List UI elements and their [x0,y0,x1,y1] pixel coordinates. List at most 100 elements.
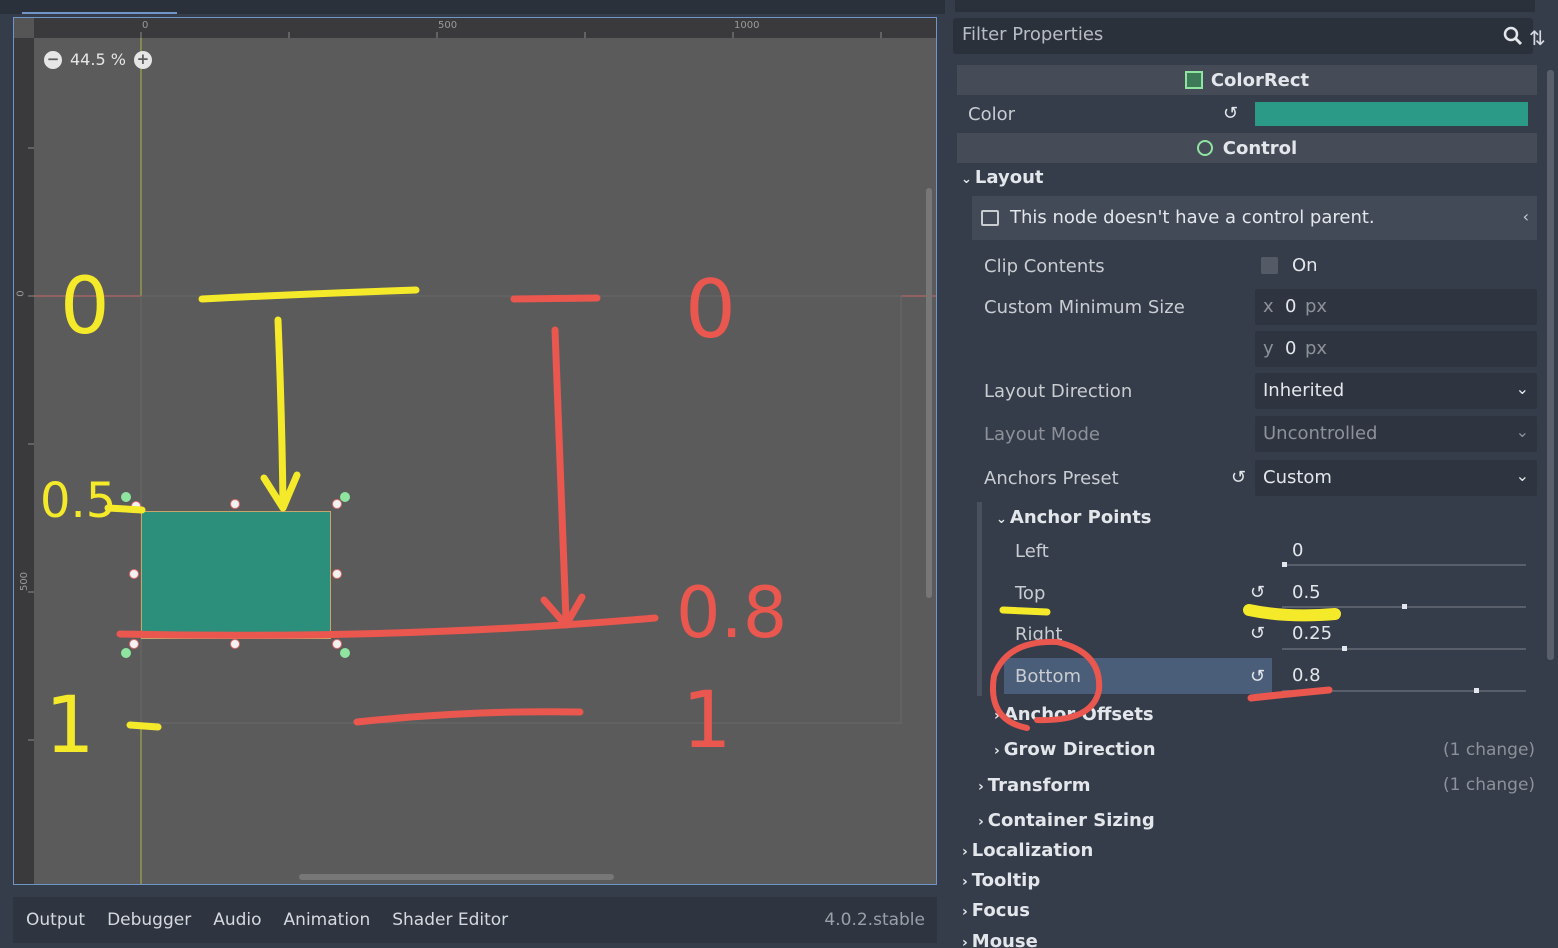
layout-mode-label: Layout Mode [984,424,1100,445]
localization-label: Localization [971,840,1094,861]
red-label-one: 1 [682,676,732,766]
layout-direction-dropdown[interactable]: Inherited ⌄ [1255,373,1537,409]
clip-contents-checkbox[interactable] [1261,257,1278,274]
anchor-points-toggle[interactable]: ⌄ Anchor Points [996,507,1152,528]
transform-label: Transform [987,775,1091,796]
chevron-right-icon: › [962,904,968,920]
anchor-offsets-group[interactable]: › Anchor Offsets [994,704,1154,725]
inspector-scrollbar[interactable] [1547,70,1554,660]
grow-direction-group[interactable]: › Grow Direction [994,739,1156,760]
layout-group-label: Layout [974,167,1044,188]
yellow-label-one: 1 [45,681,95,771]
anchor-offsets-label: Anchor Offsets [1003,704,1154,725]
anchors-preset-dropdown[interactable]: Custom ⌄ [1255,460,1537,496]
control-icon [1196,140,1213,156]
red-label-point-eight: 0.8 [676,572,787,654]
filter-properties-input[interactable] [960,23,1484,46]
min-size-y-field[interactable]: y 0 px [1255,331,1537,367]
x-unit: px [1305,296,1328,317]
bottom-panel-tabs: Output Debugger Audio Animation Shader E… [13,897,937,943]
search-icon[interactable] [1503,26,1523,46]
chevron-down-icon: ⌄ [1515,379,1529,398]
chevron-right-icon: › [978,779,984,795]
tab-output[interactable]: Output [26,910,85,930]
transform-group[interactable]: › Transform [978,775,1090,796]
anchor-left-slider[interactable] [1282,564,1526,566]
control-header-label: Control [1222,137,1298,159]
chevron-down-icon: ⌄ [1515,422,1529,441]
layout-direction-label: Layout Direction [984,381,1133,402]
viewport-panel: 0 500 1000 0 500 − 44.5 % + 0 0.5 1 0 0.… [0,0,945,948]
warning-icon [981,210,999,226]
anchors-preset-value: Custom [1263,467,1332,488]
custom-min-size-label: Custom Minimum Size [984,297,1185,318]
chevron-right-icon: › [962,844,968,860]
x-value: 0 [1285,296,1297,317]
tab-shader-editor[interactable]: Shader Editor [392,910,508,930]
anchor-bottom-label: Bottom [1015,666,1082,687]
chevron-down-icon: ⌄ [996,512,1007,527]
anchor-top-knob[interactable] [1402,604,1407,609]
warning-text: This node doesn't have a control parent. [1010,207,1375,228]
anchors-preset-label: Anchors Preset [984,468,1119,489]
color-picker-button[interactable] [1255,102,1528,126]
anchor-bottom-slider[interactable] [1282,690,1526,692]
chevron-down-icon: ⌄ [1515,466,1529,485]
inspector-header [955,0,1535,12]
focus-group[interactable]: › Focus [962,900,1030,921]
anchor-top-value[interactable]: 0.5 [1292,582,1321,603]
anchor-right-value[interactable]: 0.25 [1292,623,1332,644]
inspector-panel: ⇅ ColorRect Color ↺ Control ⌄Layout This… [947,0,1558,948]
chevron-right-icon: › [994,743,1000,759]
yellow-line-top [198,286,420,303]
control-section-header: Control [957,133,1537,163]
anchor-left-knob[interactable] [1282,562,1287,567]
reset-icon[interactable]: ↺ [1250,582,1265,603]
container-sizing-label: Container Sizing [987,810,1155,831]
red-arrow-shaft [551,326,570,624]
localization-group[interactable]: › Localization [962,840,1093,861]
chevron-right-icon: › [994,708,1000,724]
clip-contents-value: On [1292,255,1318,276]
anchor-left-value[interactable]: 0 [1292,540,1303,561]
anchor-bottom-value[interactable]: 0.8 [1292,665,1321,686]
chevron-left-icon[interactable]: ‹ [1523,207,1529,226]
mouse-group[interactable]: › Mouse [962,931,1038,948]
clip-contents-label: Clip Contents [984,256,1105,277]
tooltip-group[interactable]: › Tooltip [962,870,1040,891]
reset-icon[interactable]: ↺ [1250,666,1265,687]
handwritten-annotations: 0 0.5 1 0 0.8 1 [40,262,787,771]
layout-group[interactable]: ⌄ Layout [961,167,1044,188]
anchor-points-group: ⌄ Anchor Points Left 0 Top ↺ 0.5 Right ↺ … [977,502,1542,696]
anchor-right-slider[interactable] [1282,648,1526,650]
color-label: Color [968,104,1015,125]
anchor-bottom-knob[interactable] [1474,688,1479,693]
sort-properties-icon[interactable]: ⇅ [1529,26,1546,50]
red-line-one [353,708,584,726]
y-value: 0 [1285,338,1297,359]
reset-icon[interactable]: ↺ [1250,623,1265,644]
red-line-top [510,294,601,303]
colorrect-header-label: ColorRect [1210,69,1310,91]
tab-debugger[interactable]: Debugger [107,910,191,930]
chevron-right-icon: › [962,874,968,890]
tab-audio[interactable]: Audio [213,910,261,930]
layout-mode-dropdown[interactable]: Uncontrolled ⌄ [1255,416,1537,452]
anchor-right-knob[interactable] [1342,646,1347,651]
container-sizing-group[interactable]: › Container Sizing [978,810,1155,831]
focus-label: Focus [971,900,1030,921]
min-size-x-field[interactable]: x 0 px [1255,289,1537,325]
anchor-top-label: Top [1015,583,1046,604]
yellow-dash-one [126,721,162,731]
reset-icon[interactable]: ↺ [1231,467,1246,488]
layout-mode-value: Uncontrolled [1263,423,1378,444]
tab-animation[interactable]: Animation [284,910,371,930]
colorrect-section-header: ColorRect [957,65,1537,95]
version-label: 4.0.2.stable [824,910,925,930]
warning-box: This node doesn't have a control parent.… [972,196,1537,240]
yellow-arrow-shaft [274,316,287,509]
anchor-right-label: Right [1015,624,1063,645]
reset-icon[interactable]: ↺ [1223,103,1238,124]
tooltip-label: Tooltip [971,870,1041,891]
anchor-points-label: Anchor Points [1009,507,1152,528]
